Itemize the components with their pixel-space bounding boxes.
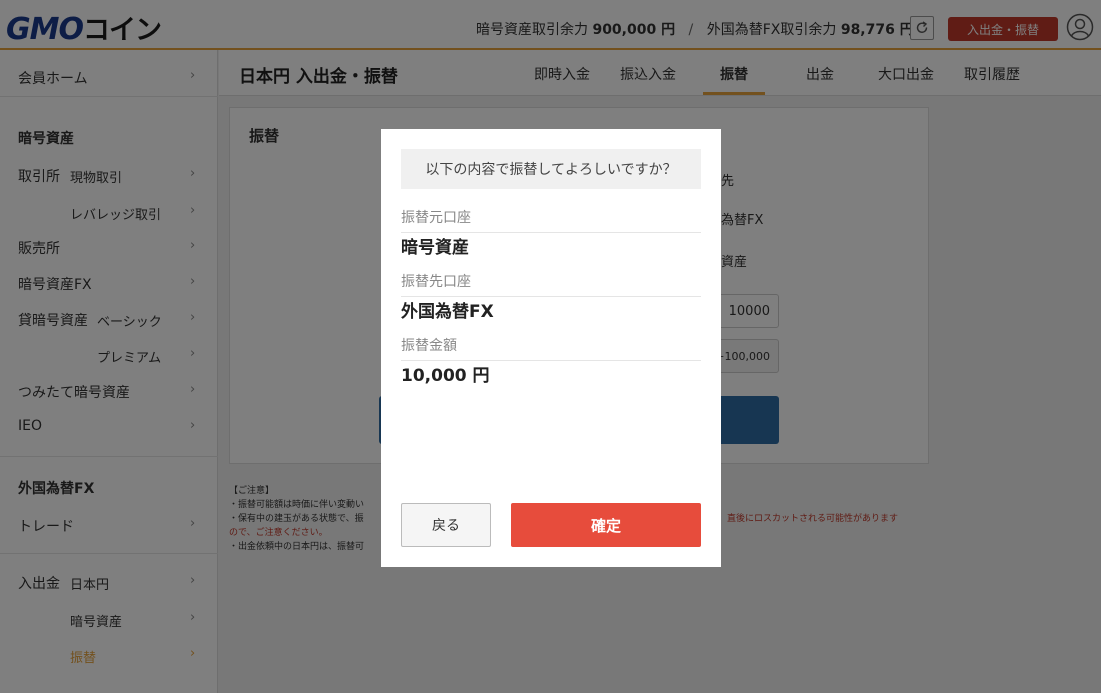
back-button[interactable]: 戻る <box>401 503 491 547</box>
from-account-value: 暗号資産 <box>401 238 469 258</box>
to-account-value: 外国為替FX <box>401 302 494 322</box>
transfer-amount-label: 振替金額 <box>401 335 701 361</box>
from-account-label: 振替元口座 <box>401 207 701 233</box>
confirm-button[interactable]: 確定 <box>511 503 701 547</box>
confirm-question: 以下の内容で振替してよろしいですか？ <box>401 149 701 189</box>
transfer-amount-value: 10,000 円 <box>401 366 490 386</box>
confirm-transfer-dialog: 以下の内容で振替してよろしいですか？ 振替元口座 暗号資産 振替先口座 外国為替… <box>381 129 721 567</box>
to-account-label: 振替先口座 <box>401 271 701 297</box>
